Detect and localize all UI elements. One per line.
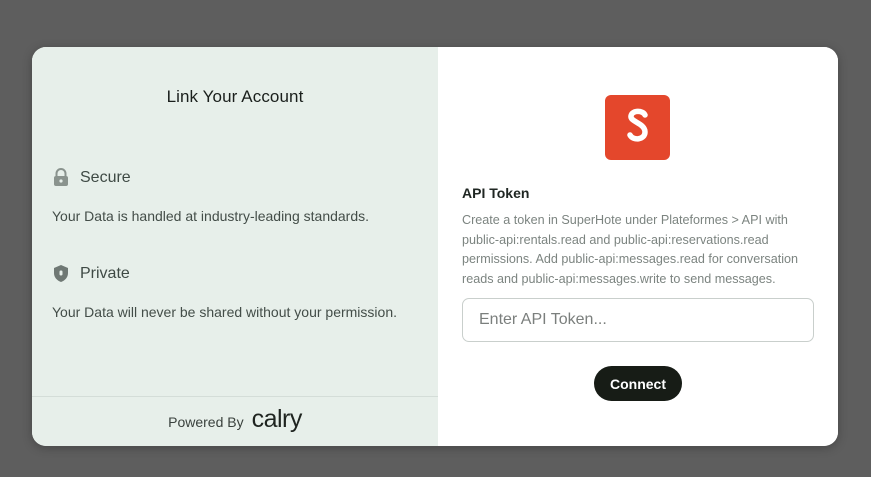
feature-secure-heading: Secure — [52, 168, 131, 187]
link-account-modal: Link Your Account Secure Your Data is ha… — [32, 47, 838, 446]
feature-private-title: Private — [80, 264, 130, 282]
feature-secure-text: Your Data is handled at industry-leading… — [52, 208, 370, 224]
feature-private-text: Your Data will never be shared without y… — [52, 304, 397, 320]
feature-private-heading: Private — [52, 264, 130, 283]
feature-secure-title: Secure — [80, 168, 131, 186]
superhote-logo — [605, 95, 670, 160]
connect-panel: API Token Create a token in SuperHote un… — [438, 47, 838, 446]
lock-icon — [52, 168, 70, 187]
calry-logo: calry — [251, 405, 303, 433]
powered-by-footer: Powered By calry — [32, 396, 438, 446]
powered-by-label: Powered By — [168, 413, 244, 430]
api-token-input[interactable] — [462, 298, 814, 342]
connect-button[interactable]: Connect — [594, 366, 682, 401]
info-panel: Link Your Account Secure Your Data is ha… — [32, 47, 438, 446]
panel-title: Link Your Account — [166, 87, 304, 106]
api-token-help-text: Create a token in SuperHote under Platef… — [462, 213, 799, 286]
api-token-label: API Token — [462, 185, 530, 201]
shield-icon — [52, 264, 70, 283]
